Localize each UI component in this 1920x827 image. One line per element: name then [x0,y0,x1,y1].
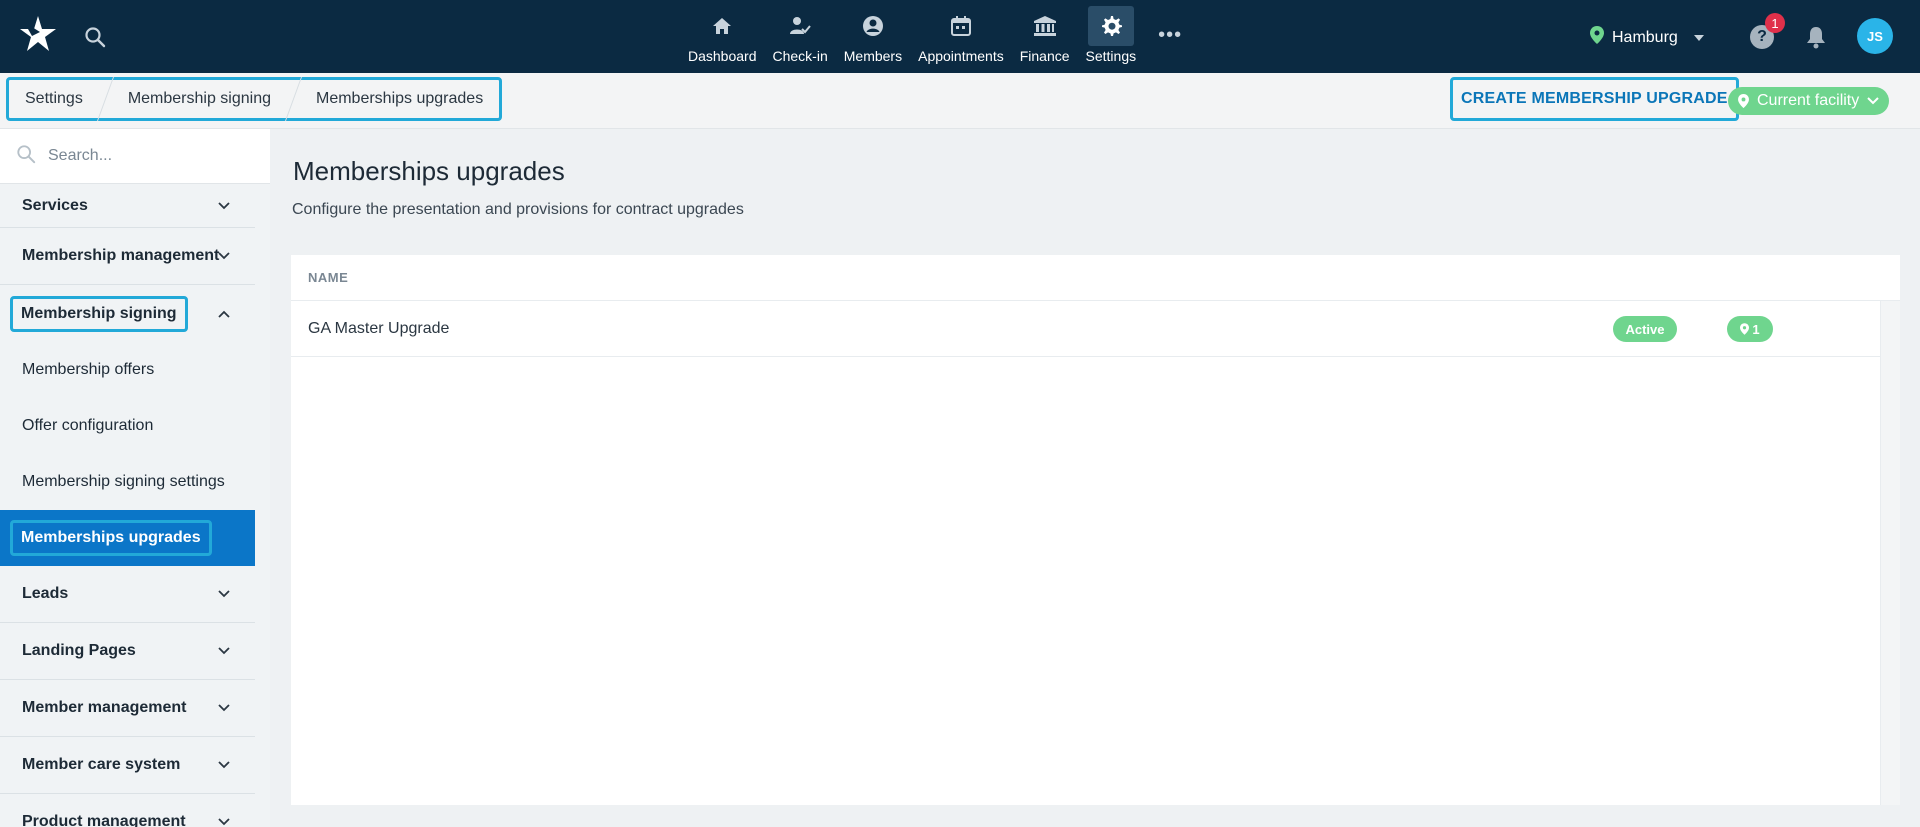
status-badge: Active [1613,316,1677,342]
chevron-down-icon [218,587,230,606]
location-pin-icon [1738,94,1749,108]
nav-label: Dashboard [688,48,757,64]
nav-label: Members [843,48,903,64]
page-title: Memberships upgrades [293,156,565,186]
gear-icon [1087,6,1134,46]
nav-label: Check-in [772,48,828,64]
nav-appointments[interactable]: Appointments [910,6,1012,68]
sidebar-item-label: Membership management [22,247,220,264]
sidebar-item-label: Product management [22,813,186,827]
breadcrumb-settings[interactable]: Settings [25,90,83,108]
upgrades-table: NAME GA Master Upgrade Active 1 [291,255,1900,805]
sidebar-item-product-management[interactable]: Product management [0,794,255,827]
sidebar-item-membership-signing[interactable]: Membership signing [0,285,255,342]
home-icon [699,6,745,46]
sidebar-item-label: Leads [22,585,69,602]
global-search-icon[interactable] [84,26,106,48]
more-menu-icon[interactable]: ••• [1144,24,1196,68]
current-facility-dropdown[interactable]: Current facility [1728,87,1890,115]
sidebar-item-label: Member care system [22,756,181,773]
create-membership-upgrade-button[interactable]: CREATE MEMBERSHIP UPGRADE [1450,77,1739,121]
check-in-icon [777,6,823,46]
page-description: Configure the presentation and provision… [292,201,744,218]
caret-down-icon [1693,34,1704,41]
location-selector[interactable]: Hamburg [1590,26,1704,49]
nav-label: Finance [1019,48,1070,64]
table-row[interactable]: GA Master Upgrade Active 1 [291,301,1881,357]
settings-sidebar: Services Membership management Membershi… [0,129,270,827]
main-content: Memberships upgrades Configure the prese… [270,129,1920,827]
chevron-down-icon [218,199,230,218]
breadcrumb-separator [96,77,114,121]
sidebar-item-membership-offers[interactable]: Membership offers [0,342,255,398]
user-avatar[interactable]: JS [1857,18,1893,54]
location-count-badge: 1 [1727,316,1773,342]
location-name: Hamburg [1612,28,1678,46]
column-header-name[interactable]: NAME [291,255,1900,301]
chevron-down-icon [218,644,230,663]
nav-check-in[interactable]: Check-in [765,6,836,68]
upgrade-name[interactable]: GA Master Upgrade [308,320,449,338]
chevron-down-icon [218,249,230,268]
nav-finance[interactable]: Finance [1012,6,1078,68]
sidebar-list: Services Membership management Membershi… [0,184,255,827]
sidebar-item-label: Offer configuration [22,417,154,434]
breadcrumb: Settings Membership signing Memberships … [6,77,503,121]
main-nav: Dashboard Check-in Members Appointments … [680,6,1196,68]
sidebar-search [0,129,270,184]
nav-label: Appointments [918,48,1004,64]
bank-icon [1022,6,1068,46]
sidebar-item-label: Memberships upgrades [10,520,212,556]
chevron-down-icon [218,815,230,827]
vertical-scrollbar[interactable] [1880,301,1900,805]
brand-logo-icon[interactable] [18,14,58,54]
nav-members[interactable]: Members [836,6,910,68]
sidebar-item-services[interactable]: Services [0,184,255,228]
chevron-up-icon [218,307,230,326]
nav-label: Settings [1085,48,1137,64]
breadcrumb-memberships-upgrades: Memberships upgrades [316,90,484,107]
sidebar-item-label: Membership signing settings [22,473,225,490]
sidebar-item-membership-management[interactable]: Membership management [0,228,255,285]
breadcrumb-separator [284,77,303,121]
sidebar-item-label: Membership offers [22,361,155,378]
search-icon [16,144,36,169]
facility-label: Current facility [1757,92,1860,109]
sidebar-item-landing-pages[interactable]: Landing Pages [0,623,255,680]
calendar-icon [938,6,984,46]
sidebar-item-leads[interactable]: Leads [0,566,255,623]
bell-icon[interactable] [1805,25,1827,54]
breadcrumb-membership-signing[interactable]: Membership signing [128,90,271,108]
sidebar-item-memberships-upgrades[interactable]: Memberships upgrades [0,510,255,566]
sidebar-search-input[interactable] [48,147,248,165]
location-count: 1 [1752,321,1760,337]
sidebar-item-membership-signing-settings[interactable]: Membership signing settings [0,454,255,510]
top-navigation-bar: Dashboard Check-in Members Appointments … [0,0,1920,73]
sub-header: Settings Membership signing Memberships … [0,73,1920,129]
chevron-down-icon [1867,92,1879,110]
sidebar-item-label: Member management [22,699,187,716]
sidebar-item-offer-configuration[interactable]: Offer configuration [0,398,255,454]
sidebar-item-label: Landing Pages [22,642,136,659]
member-icon [850,6,896,46]
chevron-down-icon [218,701,230,720]
location-pin-icon [1590,26,1604,49]
sidebar-item-label: Services [22,196,88,214]
notification-count-badge: 1 [1765,13,1785,33]
nav-settings[interactable]: Settings [1078,6,1145,68]
nav-dashboard[interactable]: Dashboard [680,6,765,68]
sidebar-item-member-management[interactable]: Member management [0,680,255,737]
chevron-down-icon [218,758,230,777]
sidebar-item-member-care-system[interactable]: Member care system [0,737,255,794]
sidebar-item-label: Membership signing [10,295,188,332]
